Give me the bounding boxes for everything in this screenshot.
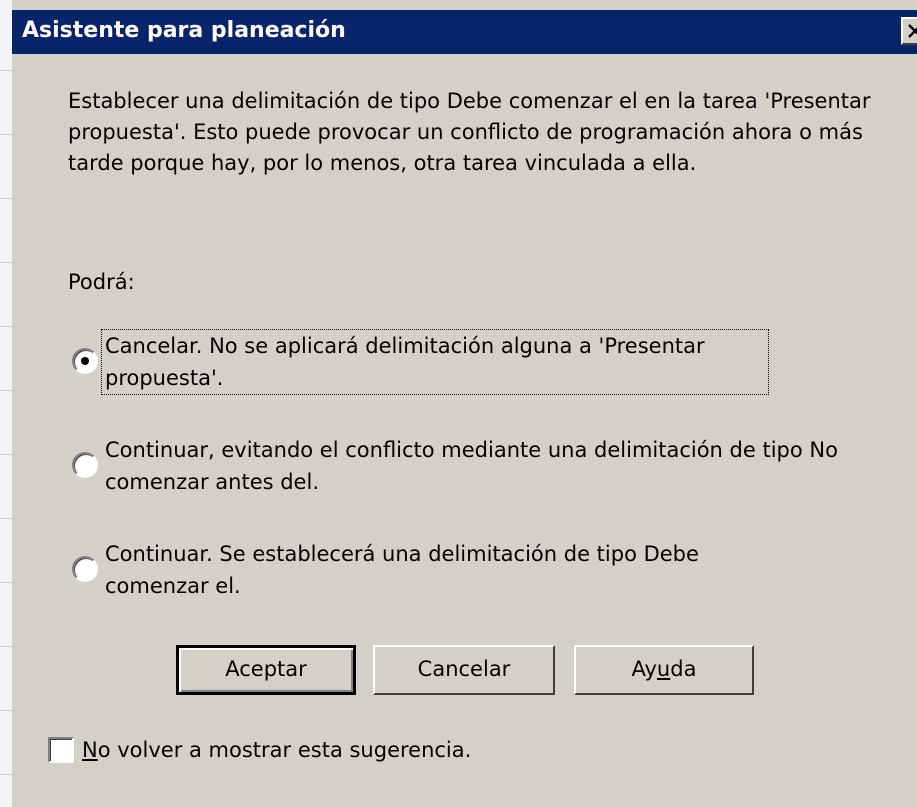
radio-continue-avoid-conflict[interactable] [72,452,98,478]
help-label-mnemonic: u [656,657,671,681]
option-cancel-label[interactable]: Cancelar. No se aplicará delimitación al… [101,329,769,395]
options-prompt: Podrá: [68,270,135,294]
close-icon [908,24,917,38]
dont-show-again-checkbox[interactable] [48,737,74,763]
title-bar[interactable]: Asistente para planeación [12,10,917,54]
cancel-button[interactable]: Cancelar [373,645,555,695]
radio-continue-set-constraint[interactable] [72,556,98,582]
radio-selected-dot [81,357,89,365]
option-continue-avoid-conflict-label[interactable]: Continuar, evitando el conflicto mediant… [102,434,878,498]
help-button[interactable]: Ayuda [574,645,754,695]
dont-show-text: o volver a mostrar esta sugerencia. [97,738,472,762]
planning-wizard-dialog: Asistente para planeación Establecer una… [12,0,917,807]
accept-button[interactable]: Aceptar [176,645,356,695]
dont-show-again-label[interactable]: No volver a mostrar esta sugerencia. [82,734,471,766]
help-label-post: da [670,657,697,681]
close-button[interactable] [901,17,917,45]
option-continue-set-constraint-label[interactable]: Continuar. Se establecerá una delimitaci… [102,538,768,602]
background-window-edge [0,0,12,807]
dont-show-mnemonic: N [82,738,98,762]
help-label-pre: Ay [631,657,657,681]
dialog-message: Establecer una delimitación de tipo Debe… [68,89,871,175]
radio-cancel[interactable] [72,348,98,374]
dialog-title: Asistente para planeación [22,18,346,43]
